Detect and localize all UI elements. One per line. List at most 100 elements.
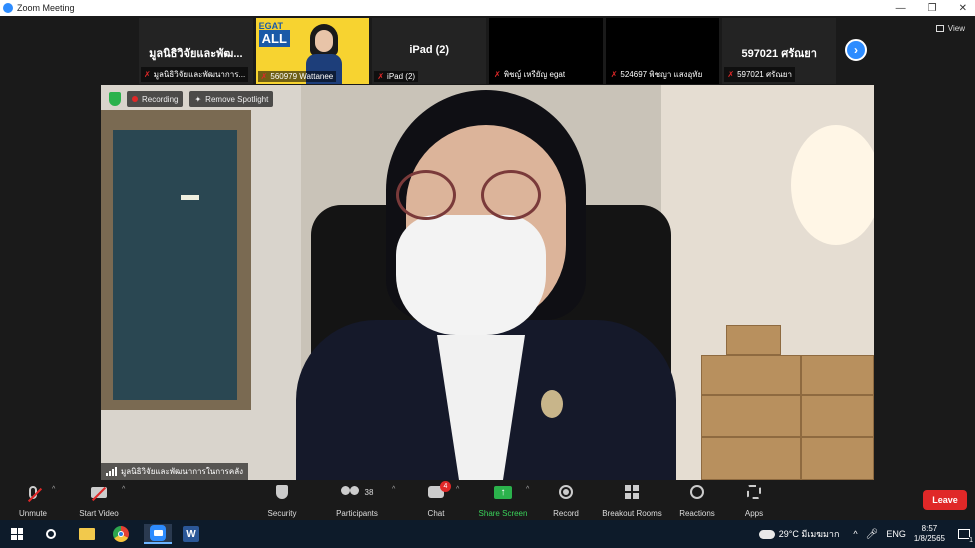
participant-tile[interactable]: ✗ 524697 พิชญา แสงอุทัย	[605, 18, 720, 84]
share-screen-label: Share Screen	[478, 509, 528, 518]
video-badges: Recording ✦ Remove Spotlight	[109, 91, 274, 107]
weather-text[interactable]: 29°C มีเมฆมาก	[779, 527, 840, 541]
signal-bars-icon	[106, 467, 117, 476]
clock-date: 1/8/2565	[913, 534, 945, 543]
participant-tile[interactable]: EGAT ALL ✗ 560979 Wattanee	[255, 18, 370, 84]
start-button[interactable]	[6, 524, 28, 544]
windows-logo-icon	[11, 528, 23, 540]
share-screen-button[interactable]: ↑ Share Screen	[476, 484, 530, 518]
video-options-caret-icon[interactable]: ^	[122, 486, 125, 493]
zoom-taskbar-button[interactable]	[144, 524, 172, 544]
tile-label: ✗ พิชญ์ เหรียัญ egat	[491, 67, 569, 82]
tray-chevron-icon[interactable]: ^	[853, 529, 857, 539]
mic-muted-icon: ✗	[377, 72, 385, 81]
participants-label: Participants	[336, 509, 378, 518]
meeting-area: View มูลนิธิวิจัยและพัฒ... ✗ มูลนิธิวิจัย…	[0, 16, 975, 480]
video-glow	[791, 125, 874, 245]
video-boxes	[701, 325, 874, 480]
file-explorer-button[interactable]	[76, 524, 98, 544]
participant-tile[interactable]: 597021 ศรัณยา ✗ 597021 ศรัณยา	[722, 18, 837, 84]
zoom-window: Zoom Meeting — ❐ ✕ View มูลนิธิวิจัยและพ…	[0, 0, 975, 548]
tile-label: ✗ iPad (2)	[374, 71, 419, 82]
start-video-label: Start Video	[79, 509, 119, 518]
mic-muted-icon: ✗	[610, 70, 618, 79]
audio-options-caret-icon[interactable]: ^	[52, 486, 55, 493]
search-icon	[46, 529, 56, 539]
participants-button[interactable]: 38 Participants	[332, 484, 382, 518]
speaker-label: มูลนิธิวิจัยและพัฒนาการในการคลัง	[101, 463, 249, 480]
tile-name: iPad (2)	[409, 44, 450, 56]
minimize-button[interactable]: —	[896, 3, 906, 14]
all-brand-text: ALL	[258, 30, 290, 47]
security-shield-icon	[276, 485, 288, 499]
clock[interactable]: 8:57 1/8/2565	[914, 524, 945, 544]
participant-tile[interactable]: ✗ พิชญ์ เหรียัญ egat	[489, 18, 603, 84]
notifications-button[interactable]: 1	[953, 520, 975, 548]
encryption-shield-icon[interactable]	[109, 92, 121, 106]
security-button[interactable]: Security	[262, 484, 302, 518]
apps-button[interactable]: Apps	[740, 484, 768, 518]
windows-taskbar: W 29°C มีเมฆมาก ^ 🎤︎ ENG 8:57 1/8/2565 1	[0, 520, 975, 548]
start-video-button[interactable]: Start Video	[76, 484, 122, 518]
unmute-button[interactable]: Unmute	[14, 484, 52, 518]
share-screen-icon: ↑	[494, 485, 512, 499]
share-caret-icon[interactable]: ^	[526, 486, 529, 493]
participants-count: 38	[364, 487, 374, 497]
apps-icon	[747, 485, 761, 499]
tile-label-text: 560979 Wattanee	[270, 72, 334, 81]
system-tray: 29°C มีเมฆมาก ^ 🎤︎ ENG 8:57 1/8/2565 1	[758, 520, 975, 548]
unmute-label: Unmute	[18, 509, 47, 518]
word-icon: W	[183, 526, 199, 542]
chat-caret-icon[interactable]: ^	[456, 486, 459, 493]
participant-tile[interactable]: iPad (2) ✗ iPad (2)	[372, 18, 487, 84]
clock-time: 8:57	[921, 524, 938, 533]
tile-label: ✗ 560979 Wattanee	[257, 71, 337, 82]
notification-count: 1	[969, 537, 973, 544]
record-icon	[559, 485, 573, 499]
recording-dot-icon	[132, 96, 138, 102]
restore-button[interactable]: ❐	[928, 3, 937, 14]
tile-name: 597021 ศรัณยา	[741, 48, 817, 60]
search-button[interactable]	[40, 524, 62, 544]
tile-label: ✗ มูลนิธิวิจัยและพัฒนาการ...	[141, 67, 249, 82]
chrome-icon	[113, 526, 129, 542]
mic-muted-icon: ✗	[494, 70, 501, 79]
chat-label: Chat	[427, 509, 445, 518]
leave-button[interactable]: Leave	[923, 490, 967, 510]
record-button[interactable]: Record	[550, 484, 582, 518]
chrome-button[interactable]	[110, 524, 132, 544]
video-light	[181, 195, 199, 200]
zoom-app-icon	[150, 525, 166, 541]
next-page-button[interactable]: ›	[845, 39, 867, 61]
reactions-button[interactable]: Reactions	[676, 484, 718, 518]
security-label: Security	[267, 509, 297, 518]
camera-off-icon	[91, 486, 107, 501]
recording-label: Recording	[142, 94, 179, 104]
mic-muted-icon: ✗	[260, 72, 268, 81]
chat-badge: 4	[440, 481, 451, 492]
close-button[interactable]: ✕	[959, 3, 967, 14]
pin-icon: ✦	[194, 94, 202, 104]
window-title: Zoom Meeting	[17, 3, 75, 13]
apps-label: Apps	[744, 509, 764, 518]
word-button[interactable]: W	[180, 524, 202, 544]
chat-button[interactable]: 4 Chat	[420, 481, 452, 518]
remove-spotlight-button[interactable]: ✦ Remove Spotlight	[189, 91, 274, 107]
breakout-rooms-icon	[625, 485, 639, 499]
breakout-rooms-button[interactable]: Breakout Rooms	[598, 484, 666, 518]
window-controls: — ❐ ✕	[896, 0, 967, 16]
mic-off-icon	[27, 485, 43, 502]
microphone-icon[interactable]: 🎤︎	[866, 529, 879, 540]
tile-label-text: iPad (2)	[387, 72, 416, 81]
participants-caret-icon[interactable]: ^	[392, 486, 395, 493]
participants-icon	[340, 486, 361, 498]
breakout-rooms-label: Breakout Rooms	[602, 509, 662, 518]
speaker-name: มูลนิธิวิจัยและพัฒนาการในการคลัง	[121, 467, 244, 476]
recording-badge[interactable]: Recording	[127, 91, 184, 107]
view-button[interactable]: View	[935, 24, 965, 33]
tile-label-text: พิชญ์ เหรียัญ egat	[503, 70, 566, 79]
language-indicator[interactable]: ENG	[886, 529, 906, 539]
tile-label-text: 597021 ศรัณยา	[737, 70, 792, 79]
participant-tile[interactable]: มูลนิธิวิจัยและพัฒ... ✗ มูลนิธิวิจัยและพั…	[139, 18, 253, 84]
participant-strip: มูลนิธิวิจัยและพัฒ... ✗ มูลนิธิวิจัยและพั…	[139, 18, 837, 84]
